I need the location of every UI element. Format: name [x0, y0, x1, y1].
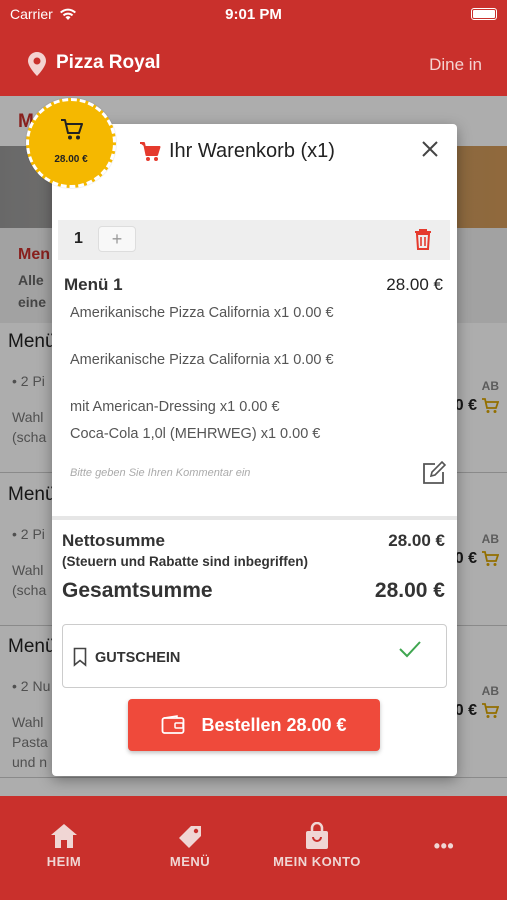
cart-modal: Ihr Warenkorb (x1) 1 + Menü 1 28.00 € Am… — [52, 124, 457, 776]
tab-label: MENÜ — [169, 854, 211, 869]
net-value: 28.00 € — [388, 531, 445, 550]
item-option: Amerikanische Pizza California x1 0.00 € — [70, 352, 334, 368]
badge-price: 28.00 € — [54, 154, 88, 165]
item-name: Menü 1 — [64, 275, 123, 294]
item-price: 28.00 € — [386, 275, 443, 294]
bookmark-icon — [73, 647, 87, 667]
home-icon — [51, 824, 77, 848]
item-option: Coca-Cola 1,0l (MEHRWEG) x1 0.00 € — [70, 426, 321, 442]
voucher-field[interactable]: GUTSCHEIN — [62, 624, 447, 688]
quantity-bar: 1 + — [58, 220, 450, 260]
tab-menu[interactable]: MENÜ — [160, 822, 220, 869]
net-note: (Steuern und Rabatte sind inbegriffen) — [62, 554, 309, 569]
quantity-value: 1 — [74, 230, 83, 247]
tab-label: MEIN KONTO — [273, 854, 361, 869]
status-bar: Carrier 9:01 PM — [0, 0, 507, 30]
wallet-icon — [162, 715, 185, 734]
trash-icon[interactable] — [414, 228, 432, 250]
edit-icon[interactable] — [421, 460, 447, 486]
divider — [52, 516, 457, 520]
net-label: Nettosumme — [62, 531, 165, 550]
item-option: mit American-Dressing x1 0.00 € — [70, 399, 280, 415]
clock: 9:01 PM — [225, 6, 282, 23]
bottom-nav: HEIM MENÜ MEIN KONTO ••• — [0, 796, 507, 900]
increment-button[interactable]: + — [98, 226, 136, 252]
order-button-label: Bestellen 28.00 € — [201, 714, 347, 735]
tab-label: HEIM — [46, 854, 82, 869]
cart-icon — [61, 119, 83, 140]
cart-title-text: Ihr Warenkorb (x1) — [169, 140, 335, 162]
more-icon: ••• — [433, 836, 455, 856]
close-icon[interactable] — [417, 136, 443, 162]
cart-badge[interactable]: 28.00 € — [26, 98, 116, 188]
tag-icon — [179, 826, 201, 848]
order-mode[interactable]: Dine in — [429, 55, 482, 75]
total-label: Gesamtsumme — [62, 579, 213, 602]
item-option: Amerikanische Pizza California x1 0.00 € — [70, 305, 334, 321]
voucher-label: GUTSCHEIN — [95, 650, 181, 666]
cart-icon — [140, 141, 161, 161]
check-icon[interactable] — [398, 639, 422, 659]
cart-title: Ihr Warenkorb (x1) — [139, 140, 335, 163]
tab-home[interactable]: HEIM — [40, 822, 88, 869]
tab-account[interactable]: MEIN KONTO — [268, 822, 366, 869]
total-value: 28.00 € — [374, 579, 445, 602]
app-header: Pizza Royal Dine in — [0, 30, 507, 96]
location-pin-icon — [28, 52, 46, 76]
order-button[interactable]: Bestellen 28.00 € — [128, 699, 380, 751]
comment-input[interactable]: Bitte geben Sie Ihren Kommentar ein — [70, 467, 250, 479]
tab-more[interactable]: ••• — [420, 836, 468, 857]
battery-icon — [471, 8, 497, 20]
restaurant-name[interactable]: Pizza Royal — [56, 52, 161, 74]
bag-icon — [306, 822, 328, 849]
